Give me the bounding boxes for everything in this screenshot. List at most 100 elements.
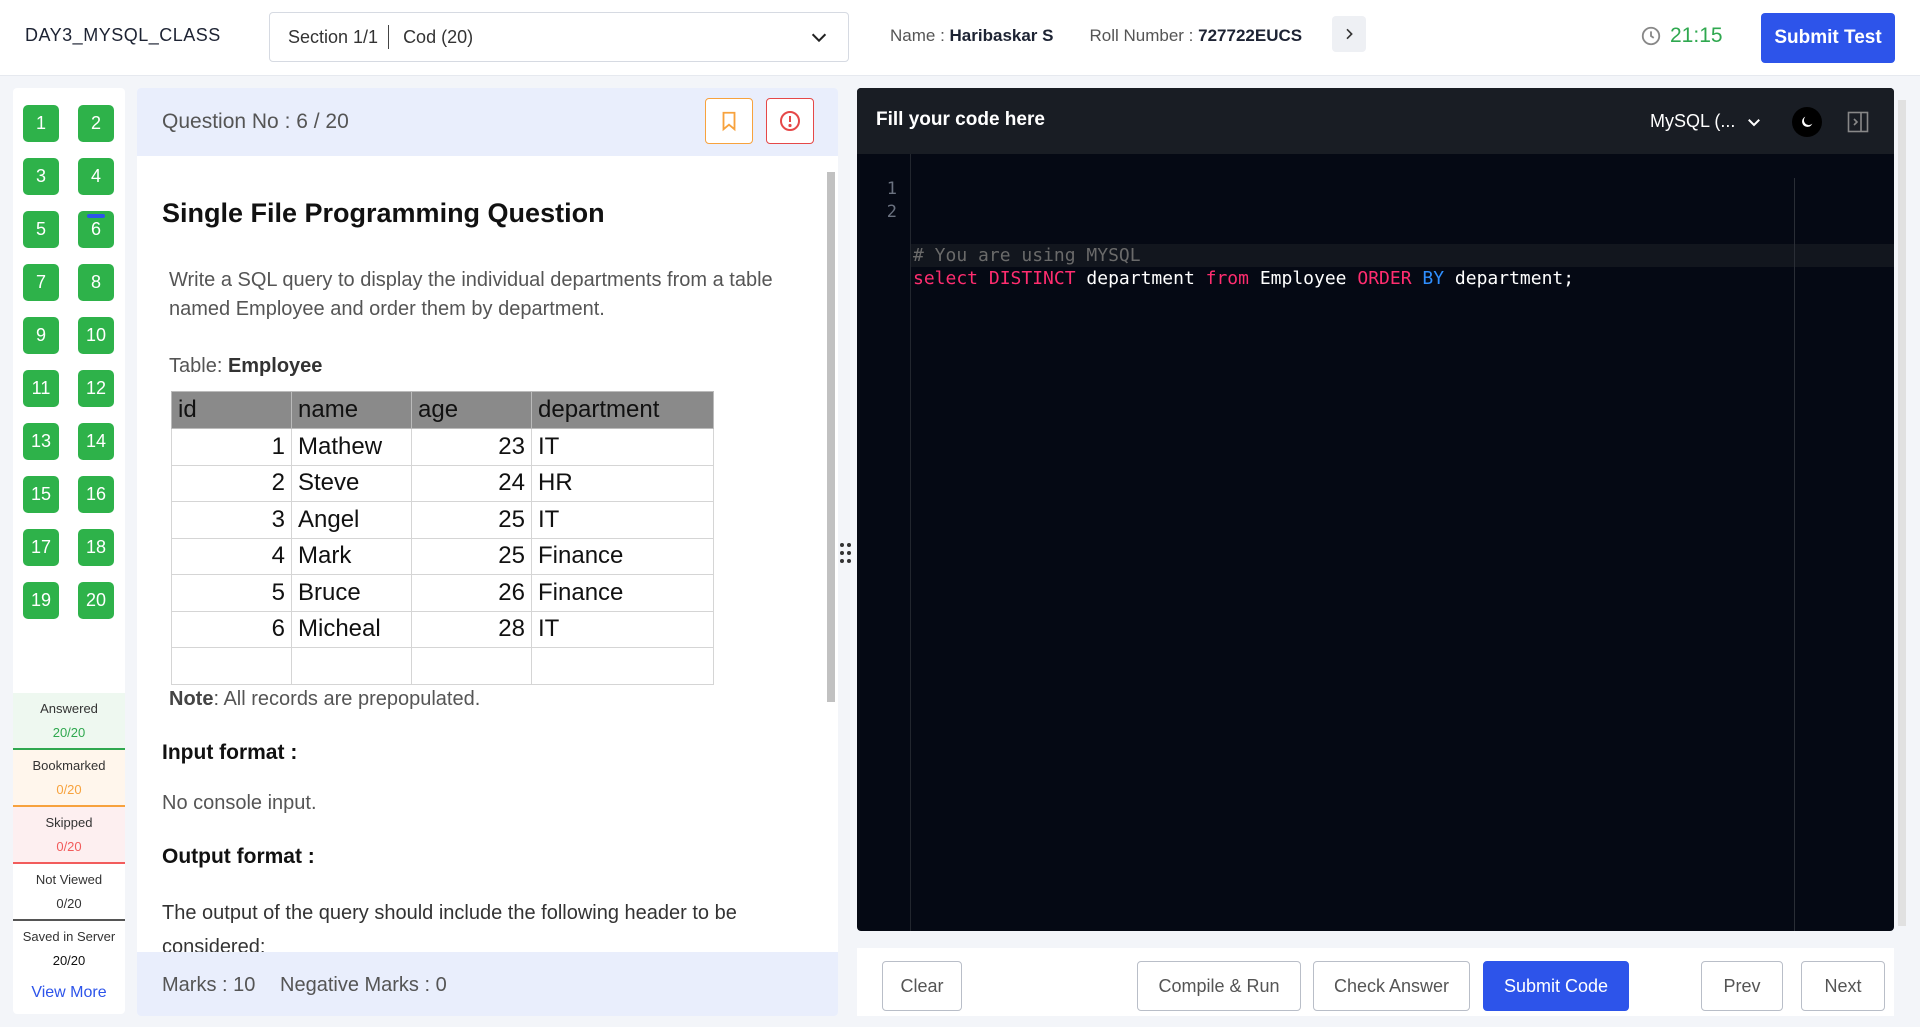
check-answer-button[interactable]: Check Answer (1313, 961, 1470, 1011)
skipped-label: Skipped (45, 815, 93, 830)
roll-label: Roll Number : (1089, 26, 1199, 45)
candidate-info: Name : Haribaskar S Roll Number : 727722E… (890, 26, 1302, 46)
code-area[interactable]: # You are using MYSQL select DISTINCT de… (910, 154, 1894, 931)
table-cell: IT (531, 610, 714, 648)
table-label-prefix: Table: (169, 355, 228, 377)
table-row: 2 Steve 24 HR (171, 464, 714, 502)
editor-title: Fill your code here (876, 109, 1045, 130)
question-button-8[interactable]: 8 (78, 264, 114, 301)
question-button-10[interactable]: 10 (78, 317, 114, 354)
question-button-17[interactable]: 17 (23, 529, 59, 566)
language-label: MySQL (... (1650, 111, 1736, 131)
table-cell (171, 647, 292, 685)
question-button-4[interactable]: 4 (78, 158, 114, 195)
table-cell: 25 (411, 501, 532, 539)
question-button-7[interactable]: 7 (23, 264, 59, 301)
question-button-20[interactable]: 20 (78, 582, 114, 619)
input-format-text: No console input. (162, 792, 317, 814)
table-name: Employee (227, 355, 323, 377)
question-body[interactable]: Single File Programming Question Write a… (137, 156, 827, 952)
question-panel: Question No : 6 / 20 Single File Program… (137, 88, 838, 1016)
submit-test-button[interactable]: Submit Test (1761, 13, 1895, 63)
drag-handle-icon[interactable] (840, 543, 854, 565)
clock-icon (1641, 26, 1661, 46)
table-cell: IT (531, 428, 714, 466)
code-editor-panel: Fill your code here MySQL (... 1 2 # You… (857, 88, 1894, 931)
skipped-stat: Skipped 0/20 (13, 807, 125, 865)
language-selector[interactable]: MySQL (... (1650, 111, 1763, 132)
question-button-13[interactable]: 13 (23, 423, 59, 460)
table-header-cell: name (291, 391, 412, 429)
name-label: Name : (890, 26, 950, 45)
table-cell: Mark (291, 537, 412, 575)
code-line-1: # You are using MYSQL (911, 244, 1894, 267)
code-keyword: from (1205, 268, 1249, 289)
compile-run-button[interactable]: Compile & Run (1137, 961, 1301, 1011)
view-more-link[interactable]: View More (13, 984, 125, 1002)
answered-count: 20/20 (52, 725, 86, 740)
table-row-empty (171, 647, 714, 685)
question-scrollbar[interactable] (826, 160, 836, 950)
question-button-11[interactable]: 11 (23, 370, 59, 407)
question-button-18[interactable]: 18 (78, 529, 114, 566)
question-button-16[interactable]: 16 (78, 476, 114, 513)
question-grid: 1 2 3 4 5 6 7 8 9 10 11 12 13 14 15 16 17 18 19 20 (23, 105, 114, 619)
collapse-panel-icon[interactable] (1846, 110, 1870, 134)
line-number: 2 (886, 202, 897, 222)
next-button[interactable]: Next (1801, 961, 1885, 1011)
question-button-12[interactable]: 12 (78, 370, 114, 407)
top-header: DAY3_MYSQL_CLASS Section 1/1 Cod (20) Na… (0, 0, 1920, 76)
page-scrollbar-thumb[interactable] (1898, 100, 1906, 926)
table-cell: 23 (411, 428, 532, 466)
code-keyword: ORDER (1357, 268, 1412, 289)
table-cell: IT (531, 501, 714, 539)
code-comment: # You are using MYSQL (913, 245, 1141, 266)
table-cell: 2 (171, 464, 292, 502)
bookmark-button[interactable] (705, 98, 753, 144)
table-cell: 4 (171, 537, 292, 575)
table-cell: Micheal (291, 610, 412, 648)
question-button-6[interactable]: 6 (78, 211, 114, 248)
table-cell: 25 (411, 537, 532, 575)
editor-actions: Clear Compile & Run Check Answer Submit … (857, 948, 1894, 1016)
question-button-19[interactable]: 19 (23, 582, 59, 619)
code-identifier: Employee (1248, 268, 1358, 289)
question-description: Write a SQL query to display the individ… (169, 269, 773, 320)
saved-stat: Saved in Server 20/20 (13, 921, 125, 979)
table-cell (291, 647, 412, 685)
submit-code-button[interactable]: Submit Code (1483, 961, 1629, 1011)
output-format-heading: Output format : (162, 845, 315, 868)
prev-button[interactable]: Prev (1701, 961, 1783, 1011)
question-button-1[interactable]: 1 (23, 105, 59, 142)
theme-toggle-button[interactable] (1792, 107, 1822, 137)
bookmark-icon (722, 111, 736, 132)
question-button-15[interactable]: 15 (23, 476, 59, 513)
question-button-2[interactable]: 2 (78, 105, 114, 142)
question-button-9[interactable]: 9 (23, 317, 59, 354)
not-viewed-count: 0/20 (56, 896, 82, 911)
editor-header: Fill your code here MySQL (... (857, 88, 1894, 154)
clear-button[interactable]: Clear (882, 961, 962, 1011)
table-label: Table: Employee (169, 355, 322, 378)
alert-circle-icon (780, 111, 800, 131)
question-button-5[interactable]: 5 (23, 211, 59, 248)
question-button-14[interactable]: 14 (78, 423, 114, 460)
scrollbar-thumb[interactable] (827, 172, 835, 702)
table-cell: 5 (171, 574, 292, 612)
question-button-3[interactable]: 3 (23, 158, 59, 195)
bookmarked-label: Bookmarked (32, 758, 106, 773)
code-identifier: department (1075, 268, 1206, 289)
output-format-text: The output of the query should include t… (162, 902, 737, 952)
page-scrollbar[interactable] (1896, 88, 1908, 948)
section-dropdown[interactable]: Section 1/1 Cod (20) (269, 12, 849, 62)
info-expand-button[interactable] (1332, 16, 1366, 52)
bookmarked-stat: Bookmarked 0/20 (13, 750, 125, 808)
not-viewed-label: Not Viewed (35, 872, 103, 887)
bookmarked-count: 0/20 (56, 782, 82, 797)
table-cell: 6 (171, 610, 292, 648)
table-header-row: id name age department (171, 391, 714, 429)
course-title: DAY3_MYSQL_CLASS (25, 25, 221, 45)
report-button[interactable] (766, 98, 814, 144)
question-navigator: 1 2 3 4 5 6 7 8 9 10 11 12 13 14 15 16 17 18 19 20 Answered… (13, 88, 125, 1014)
roll-value: 727722EUCS (1198, 26, 1303, 45)
